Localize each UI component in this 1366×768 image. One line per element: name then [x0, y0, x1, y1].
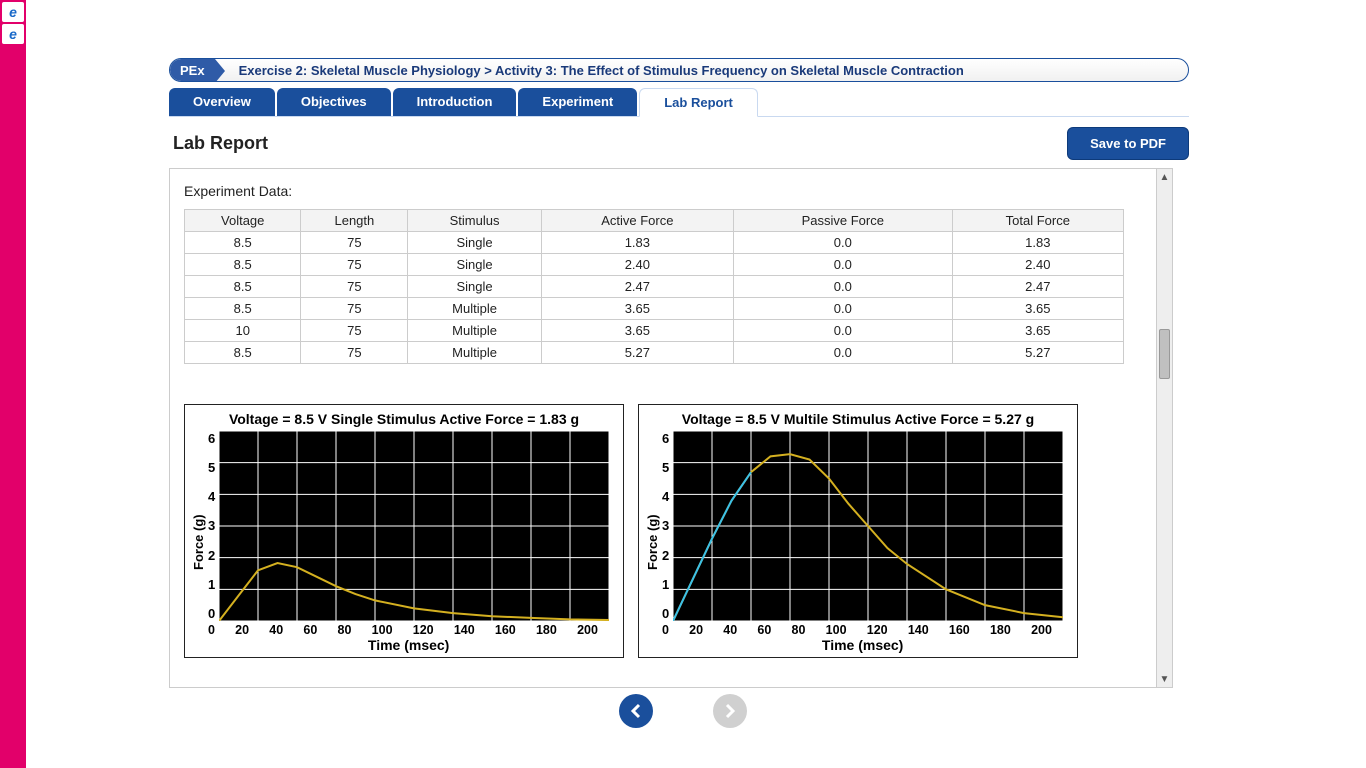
table-cell: Multiple — [408, 342, 541, 364]
table-cell: 8.5 — [185, 232, 301, 254]
table-cell: 8.5 — [185, 342, 301, 364]
chart-2-yticks: 6543210 — [662, 431, 673, 621]
table-cell: 8.5 — [185, 276, 301, 298]
table-cell: 3.65 — [541, 320, 733, 342]
table-cell: 75 — [301, 254, 408, 276]
tab-experiment[interactable]: Experiment — [518, 88, 637, 116]
os-sidebar: e e — [0, 0, 26, 768]
table-row: 8.575Single2.470.02.47 — [185, 276, 1124, 298]
report-header: Lab Report Save to PDF — [169, 127, 1189, 160]
pex-badge: PEx — [170, 59, 215, 81]
table-cell: 75 — [301, 276, 408, 298]
chevron-left-icon — [628, 703, 644, 719]
table-cell: 0.0 — [733, 232, 952, 254]
chart-2-xticks: 020406080100120140160180200 — [662, 623, 1052, 637]
breadcrumb-text: Exercise 2: Skeletal Muscle Physiology >… — [215, 63, 964, 78]
page-title: Lab Report — [169, 133, 268, 154]
chart-1-plot — [219, 431, 609, 621]
col-active-force: Active Force — [541, 210, 733, 232]
next-page-button — [713, 694, 747, 728]
chart-2-title: Voltage = 8.5 V Multile Stimulus Active … — [643, 407, 1073, 431]
table-cell: 75 — [301, 298, 408, 320]
scroll-up-icon[interactable]: ▲ — [1157, 169, 1172, 185]
chart-1-ylabel: Force (g) — [189, 431, 208, 653]
table-cell: 10 — [185, 320, 301, 342]
table-cell: 1.83 — [541, 232, 733, 254]
experiment-data-heading: Experiment Data: — [184, 183, 1158, 199]
table-cell: 2.47 — [952, 276, 1123, 298]
scrollbar[interactable]: ▲ ▼ — [1156, 169, 1172, 687]
tab-overview[interactable]: Overview — [169, 88, 275, 116]
table-cell: 3.65 — [952, 298, 1123, 320]
prev-page-button[interactable] — [619, 694, 653, 728]
table-cell: 5.27 — [541, 342, 733, 364]
table-cell: 5.27 — [952, 342, 1123, 364]
chevron-right-icon — [722, 703, 738, 719]
chart-1-title: Voltage = 8.5 V Single Stimulus Active F… — [189, 407, 619, 431]
table-cell: 75 — [301, 320, 408, 342]
save-to-pdf-button[interactable]: Save to PDF — [1067, 127, 1189, 160]
table-cell: 75 — [301, 342, 408, 364]
ie-icon[interactable]: e — [2, 2, 24, 22]
col-passive-force: Passive Force — [733, 210, 952, 232]
table-row: 8.575Single1.830.01.83 — [185, 232, 1124, 254]
chart-1-xticks: 020406080100120140160180200 — [208, 623, 598, 637]
scroll-down-icon[interactable]: ▼ — [1157, 671, 1172, 687]
table-row: 1075Multiple3.650.03.65 — [185, 320, 1124, 342]
table-cell: 0.0 — [733, 276, 952, 298]
charts-row: Voltage = 8.5 V Single Stimulus Active F… — [184, 404, 1158, 658]
table-cell: 8.5 — [185, 298, 301, 320]
table-cell: Single — [408, 276, 541, 298]
scroll-thumb[interactable] — [1159, 329, 1170, 379]
chart-2-plot — [673, 431, 1063, 621]
table-cell: 3.65 — [952, 320, 1123, 342]
chart-1-yticks: 6543210 — [208, 431, 219, 621]
table-row: 8.575Multiple5.270.05.27 — [185, 342, 1124, 364]
chart-2-ylabel: Force (g) — [643, 431, 662, 653]
table-cell: 8.5 — [185, 254, 301, 276]
tab-introduction[interactable]: Introduction — [393, 88, 517, 116]
table-cell: Multiple — [408, 320, 541, 342]
table-cell: Single — [408, 254, 541, 276]
table-cell: 3.65 — [541, 298, 733, 320]
table-cell: 0.0 — [733, 298, 952, 320]
chart-single-stimulus: Voltage = 8.5 V Single Stimulus Active F… — [184, 404, 624, 658]
col-length: Length — [301, 210, 408, 232]
table-cell: 1.83 — [952, 232, 1123, 254]
table-cell: 75 — [301, 232, 408, 254]
table-cell: 2.40 — [952, 254, 1123, 276]
table-cell: 2.40 — [541, 254, 733, 276]
table-cell: Single — [408, 232, 541, 254]
table-cell: Multiple — [408, 298, 541, 320]
app-frame: PEx Exercise 2: Skeletal Muscle Physiolo… — [169, 58, 1189, 688]
tab-objectives[interactable]: Objectives — [277, 88, 391, 116]
col-stimulus: Stimulus — [408, 210, 541, 232]
table-row: 8.575Single2.400.02.40 — [185, 254, 1124, 276]
col-voltage: Voltage — [185, 210, 301, 232]
report-scroll-area: Experiment Data: Voltage Length Stimulus… — [169, 168, 1173, 688]
table-row: 8.575Multiple3.650.03.65 — [185, 298, 1124, 320]
chart-1-xlabel: Time (msec) — [208, 637, 609, 653]
tab-labreport[interactable]: Lab Report — [639, 88, 758, 117]
tab-bar: Overview Objectives Introduction Experim… — [169, 88, 1189, 117]
page-nav — [619, 694, 747, 728]
table-cell: 2.47 — [541, 276, 733, 298]
pex-badge-label: PEx — [180, 63, 205, 78]
breadcrumb: PEx Exercise 2: Skeletal Muscle Physiolo… — [169, 58, 1189, 82]
table-cell: 0.0 — [733, 342, 952, 364]
experiment-data-table: Voltage Length Stimulus Active Force Pas… — [184, 209, 1124, 364]
chart-multiple-stimulus: Voltage = 8.5 V Multile Stimulus Active … — [638, 404, 1078, 658]
ie-icon[interactable]: e — [2, 24, 24, 44]
table-cell: 0.0 — [733, 320, 952, 342]
table-cell: 0.0 — [733, 254, 952, 276]
col-total-force: Total Force — [952, 210, 1123, 232]
chart-2-xlabel: Time (msec) — [662, 637, 1063, 653]
